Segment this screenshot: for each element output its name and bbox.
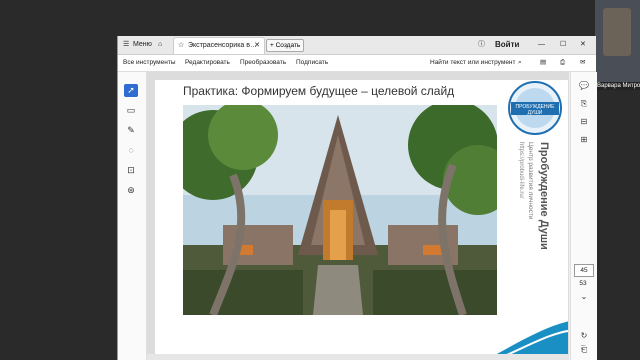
grid-icon[interactable]: ⊞ [577,134,591,146]
participant-name: Варвара Митрофа… [595,82,640,90]
signin-button[interactable]: Войти [495,36,519,54]
all-tools-button[interactable]: Все инструменты [123,55,176,71]
menu-icon[interactable]: ☰ [123,36,129,54]
pen-icon[interactable]: ✎ [124,124,138,137]
save-icon[interactable]: ▤ [540,55,546,71]
close-tab-icon[interactable]: ✕ [254,38,260,54]
menu-button[interactable]: Меню [133,36,152,54]
select-cursor-icon[interactable]: ➚ [124,84,138,97]
right-tool-rail: 💬 ⎘ ⊟ ⊞ 45 53 ⌄ ↻ ⎗ [570,72,597,360]
help-icon[interactable]: ⓘ [478,36,485,54]
brand-logo: ПРОБУЖДЕНИЕ ДУШИ [508,81,562,135]
scroll-icon[interactable]: ⎗ [577,344,591,356]
temple-photo [183,105,497,315]
title-bar: ☰ Меню ⌂ ☆ Экстрасенсорика в… ✕ + Создат… [118,36,596,55]
home-icon[interactable]: ⌂ [158,36,162,54]
rotate-icon[interactable]: ↻ [577,330,591,342]
pdf-page: Практика: Формируем будущее – целевой сл… [155,80,568,360]
main-toolbar: Все инструменты Редактировать Преобразов… [118,55,596,72]
edit-button[interactable]: Редактировать [185,55,230,71]
create-button[interactable]: + Создать [266,39,305,52]
logo-text-line2: ДУШИ [528,110,543,116]
slide-title: Практика: Формируем будущее – целевой сл… [183,84,455,98]
desktop-background [0,0,117,360]
text-box-icon[interactable]: ⊡ [124,164,138,177]
maximize-icon[interactable]: ☐ [560,36,566,54]
vertical-title: Пробуждение Души [538,142,550,250]
close-window-icon[interactable]: ✕ [580,36,586,54]
search-icon[interactable]: ⌕ [518,55,522,71]
bookmark-icon[interactable]: ⎘ [577,98,591,110]
total-pages: 53 [579,280,587,287]
convert-button[interactable]: Преобразовать [240,55,286,71]
horizontal-scrollbar[interactable] [147,354,569,360]
vertical-brand-text: Пробуждение Души Центр развития личности… [518,142,550,250]
search-tools-label[interactable]: Найти текст или инструмент [430,55,516,71]
participant-video [603,8,631,56]
email-icon[interactable]: ✉ [580,55,585,71]
sign-button[interactable]: Подписать [296,55,328,71]
vertical-subtitle: Центр развития личности [527,142,534,220]
comment-icon[interactable]: ▭ [124,104,138,117]
left-tool-rail: ➚ ▭ ✎ ◌ ⊡ ⊛ [118,72,147,360]
print-icon[interactable]: ⎙ [560,55,565,71]
lasso-icon[interactable]: ◌ [124,144,138,157]
comment-panel-icon[interactable]: 💬 [577,80,591,92]
create-label: Создать [275,42,301,49]
attachment-icon[interactable]: ⊟ [577,116,591,128]
minimize-icon[interactable]: — [538,36,545,54]
video-tile[interactable]: Варвара Митрофа… [595,0,640,90]
star-icon[interactable]: ☆ [178,38,184,54]
next-page-icon[interactable]: ⌄ [577,291,591,303]
document-area[interactable]: Практика: Формируем будущее – целевой сл… [147,72,569,360]
vertical-url: https://probudi-life.ru/ [518,142,524,199]
stamp-icon[interactable]: ⊛ [124,184,138,197]
pdf-viewer-window: ☰ Меню ⌂ ☆ Экстрасенсорика в… ✕ + Создат… [117,36,597,360]
decorative-swoosh [485,321,568,360]
current-page-field[interactable]: 45 [574,264,594,277]
document-tab[interactable]: ☆ Экстрасенсорика в… ✕ [173,37,265,54]
tab-title: Экстрасенсорика в… [188,42,257,49]
